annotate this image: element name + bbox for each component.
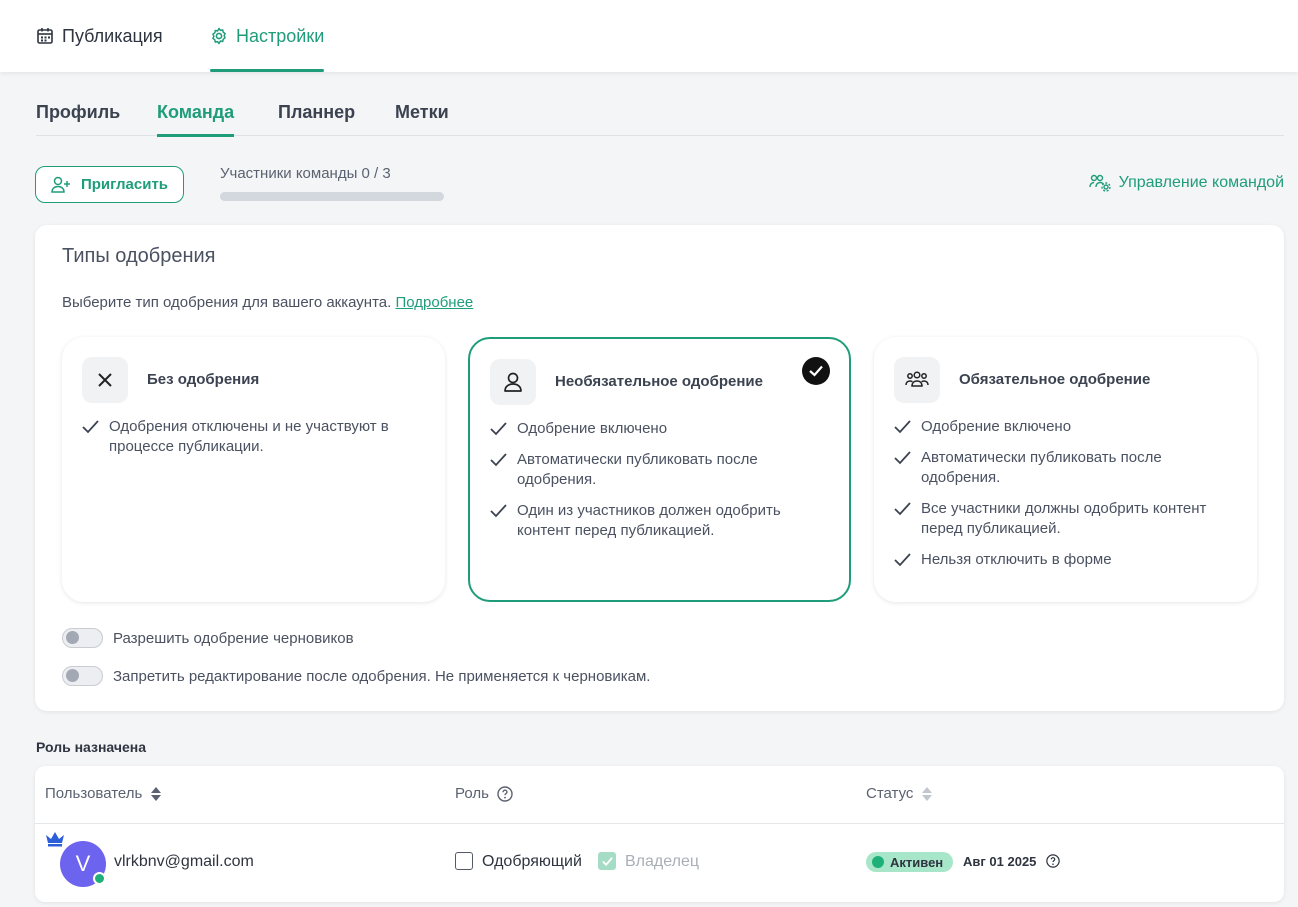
check-icon [490,422,507,436]
toggle-row-lock-edit: Запретить редактирование после одобрения… [62,666,650,686]
approval-types-description: Выберите тип одобрения для вашего аккаун… [62,294,473,311]
user-add-icon [51,176,70,193]
user-icon [504,372,522,392]
team-members-count: Участники команды 0 / 3 [220,165,391,182]
crown-icon [46,832,64,847]
approval-option-required-icon-box [894,357,940,403]
toggle-knob [66,631,79,644]
tab-settings[interactable]: Настройки [210,0,325,72]
lock-edit-after-approval-label: Запретить редактирование после одобрения… [113,667,651,685]
owner-label: Владелец [625,853,700,870]
column-header-user[interactable]: Пользователь [45,785,162,802]
status-date: Авг 01 2025 [963,854,1060,869]
approval-option-optional[interactable]: Необязательное одобрение Одобрение включ… [468,337,851,602]
approval-option-title: Обязательное одобрение [959,371,1151,388]
feature-text: Одобрения отключены и не участвуют в про… [109,418,389,455]
approval-option-none[interactable]: Без одобрения Одобрения отключены и не у… [62,337,445,602]
approval-option-features: Одобрение включено Автоматически публико… [490,419,829,552]
roles-section-title: Роль назначена [36,739,147,755]
gear-icon [212,27,226,45]
feature-text: Одобрение включено [921,418,1072,435]
subtab-labels[interactable]: Метки [395,102,449,123]
status-dot [872,856,884,868]
approver-label: Одобряющий [482,853,582,870]
status-date-text: Авг 01 2025 [963,854,1037,869]
selected-check-icon [802,357,830,385]
toggle-knob [66,669,79,682]
close-icon [98,373,112,387]
user-email: vlrkbnv@gmail.com [114,853,254,870]
approval-types-card: Типы одобрения Выберите тип одобрения дл… [35,225,1284,711]
top-header: Публикация Настройки [0,0,1298,72]
feature-text: Автоматически публиковать после одобрени… [517,451,758,488]
subtab-team[interactable]: Команда [157,102,235,137]
approval-option-required[interactable]: Обязательное одобрение Одобрение включен… [874,337,1257,602]
approval-types-description-text: Выберите тип одобрения для вашего аккаун… [62,294,392,311]
feature-item: Одобрения отключены и не участвуют в про… [82,417,425,457]
feature-text: Нельзя отключить в форме [921,551,1112,568]
check-icon [894,420,911,434]
tab-publication[interactable]: Публикация [36,0,163,72]
approver-checkbox[interactable] [455,852,473,870]
approval-option-none-icon-box [82,357,128,403]
learn-more-link[interactable]: Подробнее [395,294,473,311]
manage-team-label: Управление командой [1118,174,1284,191]
approval-option-title: Необязательное одобрение [555,373,763,390]
feature-item: Одобрение включено [490,419,829,439]
column-header-status[interactable]: Статус [866,785,933,802]
settings-subtabs: Профиль Команда Планнер Метки [36,96,1284,137]
feature-text: Автоматически публиковать после одобрени… [921,449,1162,486]
feature-text: Одобрение включено [517,420,668,437]
check-icon [894,451,911,465]
invite-button-label: Пригласить [80,176,169,193]
feature-item: Автоматически публиковать после одобрени… [894,448,1237,488]
feature-item: Автоматически публиковать после одобрени… [490,450,829,490]
sort-icon [922,786,933,801]
invite-button[interactable]: Пригласить [35,166,184,203]
help-icon[interactable] [497,785,513,802]
approval-option-title: Без одобрения [147,371,260,388]
approval-types-title: Типы одобрения [62,245,216,267]
team-members-progress [220,192,444,201]
column-header-role-label: Роль [455,785,489,802]
approval-option-optional-icon-box [490,359,536,405]
allow-draft-approval-toggle[interactable] [62,628,103,648]
feature-text: Все участники должны одобрить контент пе… [921,500,1207,537]
help-icon[interactable] [1046,854,1060,868]
check-icon [490,453,507,467]
check-icon [894,502,911,516]
feature-item: Одобрение включено [894,417,1237,437]
subtab-planner[interactable]: Планнер [278,102,355,123]
column-header-status-label: Статус [866,785,914,802]
online-indicator [93,872,106,885]
feature-text: Один из участников должен одобрить конте… [517,502,781,539]
feature-item: Один из участников должен одобрить конте… [490,501,829,541]
lock-edit-after-approval-toggle[interactable] [62,666,103,686]
users-group-icon [905,371,929,387]
manage-team-link[interactable]: Управление командой [1088,174,1284,192]
allow-draft-approval-label: Разрешить одобрение черновиков [113,629,354,647]
approval-option-features: Одобрения отключены и не участвуют в про… [82,417,425,468]
roles-table: Пользователь Роль Статус V vlrkbnv@gmail… [35,766,1284,902]
check-icon [894,553,911,567]
tab-publication-label: Публикация [62,25,163,46]
status-badge: Активен [866,852,953,872]
team-settings-icon [1088,174,1111,192]
column-header-user-label: Пользователь [45,785,143,802]
sort-icon [151,786,162,801]
calendar-icon [37,28,53,44]
feature-item: Все участники должны одобрить контент пе… [894,499,1237,539]
subtab-profile[interactable]: Профиль [36,102,120,123]
tab-settings-label: Настройки [236,25,325,46]
check-icon [82,420,99,434]
feature-item: Нельзя отключить в форме [894,550,1237,570]
table-header-divider [35,823,1284,824]
check-icon [601,856,613,866]
column-header-role: Роль [455,785,513,802]
approval-option-features: Одобрение включено Автоматически публико… [894,417,1237,581]
status-text: Активен [890,854,944,870]
owner-checkbox [598,852,616,870]
toggle-row-drafts: Разрешить одобрение черновиков [62,628,354,648]
check-icon [490,504,507,518]
